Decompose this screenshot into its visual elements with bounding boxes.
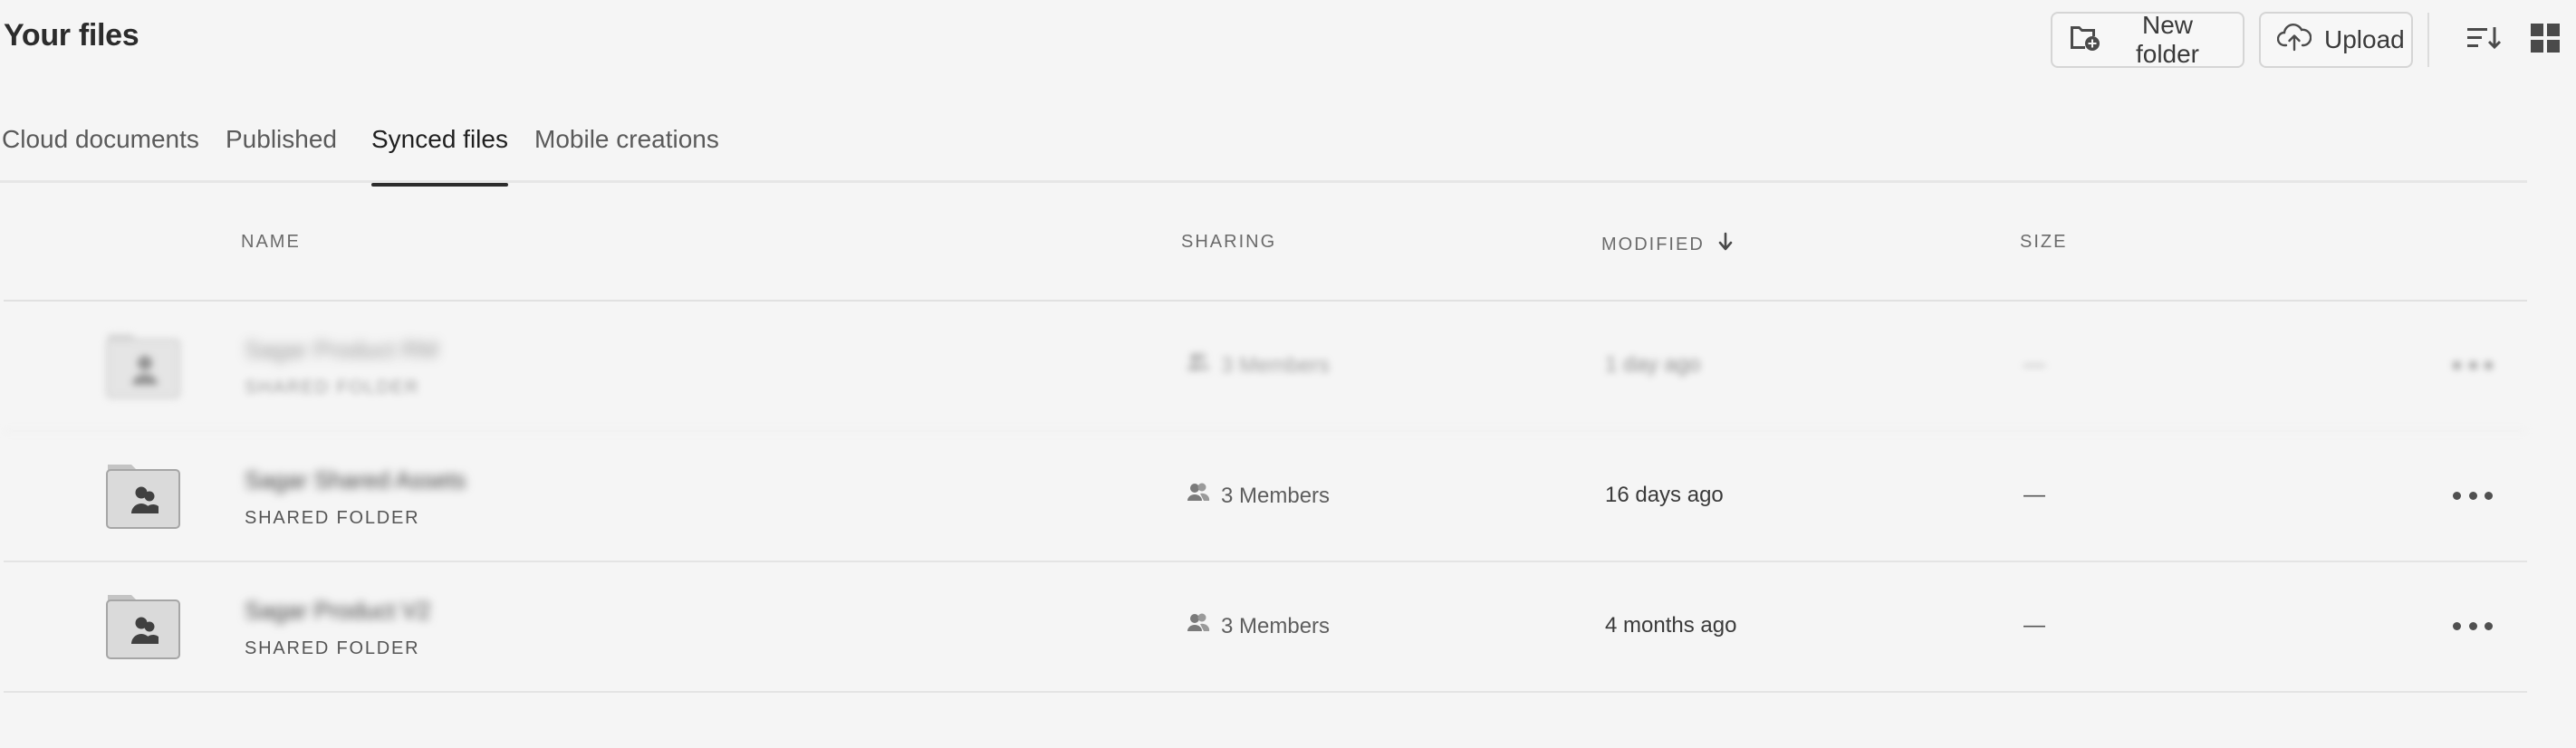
sharing-cell[interactable]: 3 Members: [1187, 352, 1330, 379]
shared-folder-icon: [105, 461, 181, 530]
more-dot: [2468, 621, 2477, 630]
more-horizontal-icon[interactable]: [2453, 477, 2493, 513]
members-icon: [1187, 483, 1221, 509]
more-dot: [2468, 360, 2477, 369]
more-horizontal-icon[interactable]: [2453, 608, 2493, 644]
table-row[interactable]: Sagar Shared Assets SHARED FOLDER 3 Memb…: [4, 432, 2527, 562]
sharing-label: 3 Members: [1221, 613, 1331, 638]
tab-mobile-creations[interactable]: Mobile creations: [534, 125, 719, 183]
arrow-down-icon: [1705, 232, 1734, 257]
shared-folder-icon: [105, 591, 181, 660]
modified-cell: 4 months ago: [1605, 613, 1737, 638]
tab-published[interactable]: Published: [226, 125, 337, 183]
sharing-cell[interactable]: 3 Members: [1187, 613, 1330, 639]
size-cell: —: [2023, 613, 2045, 638]
size-cell: —: [2023, 483, 2045, 507]
more-dot: [2485, 360, 2493, 369]
sharing-cell[interactable]: 3 Members: [1187, 483, 1330, 509]
shared-folder-icon: [105, 331, 181, 399]
more-dot: [2453, 491, 2461, 500]
sort-list-icon: [2465, 24, 2502, 56]
file-type: SHARED FOLDER: [245, 378, 420, 398]
more-dot: [2468, 491, 2477, 500]
sharing-label: 3 Members: [1221, 352, 1331, 378]
tab-synced-files[interactable]: Synced files: [371, 125, 508, 187]
upload-label: Upload: [2324, 25, 2405, 53]
grid-view-icon: [2530, 23, 2561, 58]
column-header-name[interactable]: NAME: [241, 232, 301, 253]
column-header-modified[interactable]: MODIFIED: [1601, 232, 1734, 257]
file-name[interactable]: Sagar Shared Assets: [245, 466, 466, 494]
upload-button[interactable]: Upload: [2259, 12, 2413, 68]
table-row[interactable]: Sagar Product RM SHARED FOLDER 3 Members…: [4, 302, 2527, 432]
table-header: NAME SHARING MODIFIED SIZE: [4, 183, 2527, 302]
column-header-modified-label: MODIFIED: [1601, 234, 1705, 254]
more-horizontal-icon[interactable]: [2453, 347, 2493, 383]
members-icon: [1187, 352, 1221, 379]
grid-view-button[interactable]: [2523, 18, 2567, 62]
tab-cloud-documents[interactable]: Cloud documents: [2, 125, 199, 183]
sort-button[interactable]: [2462, 18, 2505, 62]
size-cell: —: [2023, 352, 2045, 377]
more-dot: [2485, 621, 2493, 630]
file-type: SHARED FOLDER: [245, 638, 420, 658]
more-dot: [2453, 621, 2461, 630]
folder-plus-icon: [2069, 23, 2114, 58]
files-page: Your files New folder Upload Cloud docum…: [0, 0, 2576, 748]
table-row[interactable]: Sagar Product V2 SHARED FOLDER 3 Members…: [4, 562, 2527, 693]
sharing-label: 3 Members: [1221, 483, 1331, 508]
modified-cell: 1 day ago: [1605, 352, 1701, 377]
file-name[interactable]: Sagar Product RM: [245, 336, 462, 363]
files-table: NAME SHARING MODIFIED SIZE Sagar Product…: [4, 183, 2527, 693]
more-dot: [2453, 360, 2461, 369]
column-header-sharing[interactable]: SHARING: [1181, 232, 1276, 253]
file-type: SHARED FOLDER: [245, 508, 420, 528]
modified-cell: 16 days ago: [1605, 483, 1724, 507]
page-title: Your files: [4, 18, 139, 53]
toolbar: New folder Upload: [2051, 11, 2576, 68]
tab-bar: Cloud documents Published Synced files M…: [0, 101, 2527, 187]
column-header-size[interactable]: SIZE: [2020, 232, 2067, 253]
cloud-upload-icon: [2276, 23, 2324, 58]
members-icon: [1187, 613, 1221, 639]
file-name[interactable]: Sagar Product V2: [245, 597, 462, 624]
new-folder-button[interactable]: New folder: [2051, 11, 2244, 68]
new-folder-label: New folder: [2135, 11, 2200, 68]
toolbar-divider: [2427, 13, 2429, 67]
more-dot: [2485, 491, 2493, 500]
